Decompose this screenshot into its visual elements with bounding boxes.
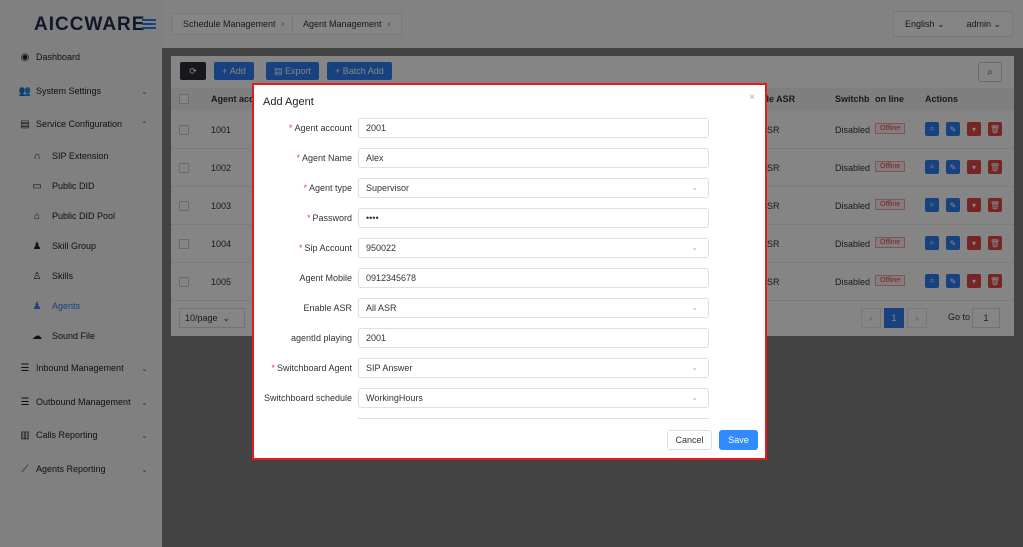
field-switchboard-schedule: Switchboard schedule WorkingHours ⌄ xyxy=(254,388,765,408)
clipped-field xyxy=(358,418,709,421)
field-label: * Password xyxy=(306,213,352,223)
dialog-title: Add Agent xyxy=(263,96,314,108)
field-label: * Sip Account xyxy=(298,243,352,253)
enable-asr-select[interactable]: All ASR ⌄ xyxy=(358,298,709,318)
chevron-down-icon: ⌄ xyxy=(691,393,698,402)
field-label: Enable ASR xyxy=(303,303,352,313)
chevron-down-icon: ⌄ xyxy=(691,363,698,372)
chevron-down-icon: ⌄ xyxy=(691,303,698,312)
field-agentid-playing: agentId playing 2001 xyxy=(254,328,765,348)
add-agent-dialog: Add Agent × * Agent account 2001 * Agent N… xyxy=(252,83,767,460)
field-enable-asr: Enable ASR All ASR ⌄ xyxy=(254,298,765,318)
cancel-button[interactable]: Cancel xyxy=(667,430,712,450)
sip-account-select[interactable]: 950022 ⌄ xyxy=(358,238,709,258)
field-label: * Agent type xyxy=(303,183,352,193)
switchboard-agent-select[interactable]: SIP Answer ⌄ xyxy=(358,358,709,378)
field-agent-type: * Agent type Supervisor ⌄ xyxy=(254,178,765,198)
save-button[interactable]: Save xyxy=(719,430,758,450)
field-label: * Switchboard Agent xyxy=(271,363,352,373)
close-icon[interactable]: × xyxy=(749,92,755,103)
agentid-playing-input[interactable]: 2001 xyxy=(358,328,709,348)
field-label: Switchboard schedule xyxy=(263,393,352,403)
field-password: * Password •••• xyxy=(254,208,765,228)
field-agent-account: * Agent account 2001 xyxy=(254,118,765,138)
password-input[interactable]: •••• xyxy=(358,208,709,228)
field-label: agentId playing xyxy=(290,333,352,343)
agent-name-input[interactable]: Alex xyxy=(358,148,709,168)
field-label: Agent Mobile xyxy=(299,273,352,283)
field-sip-account: * Sip Account 950022 ⌄ xyxy=(254,238,765,258)
agent-account-input[interactable]: 2001 xyxy=(358,118,709,138)
agent-type-select[interactable]: Supervisor ⌄ xyxy=(358,178,709,198)
chevron-down-icon: ⌄ xyxy=(691,243,698,252)
switchboard-schedule-select[interactable]: WorkingHours ⌄ xyxy=(358,388,709,408)
chevron-down-icon: ⌄ xyxy=(691,183,698,192)
field-agent-mobile: Agent Mobile 0912345678 xyxy=(254,268,765,288)
field-label: * Agent Name xyxy=(296,153,352,163)
field-agent-name: * Agent Name Alex xyxy=(254,148,765,168)
field-switchboard-agent: * Switchboard Agent SIP Answer ⌄ xyxy=(254,358,765,378)
agent-mobile-input[interactable]: 0912345678 xyxy=(358,268,709,288)
field-label: * Agent account xyxy=(288,123,352,133)
